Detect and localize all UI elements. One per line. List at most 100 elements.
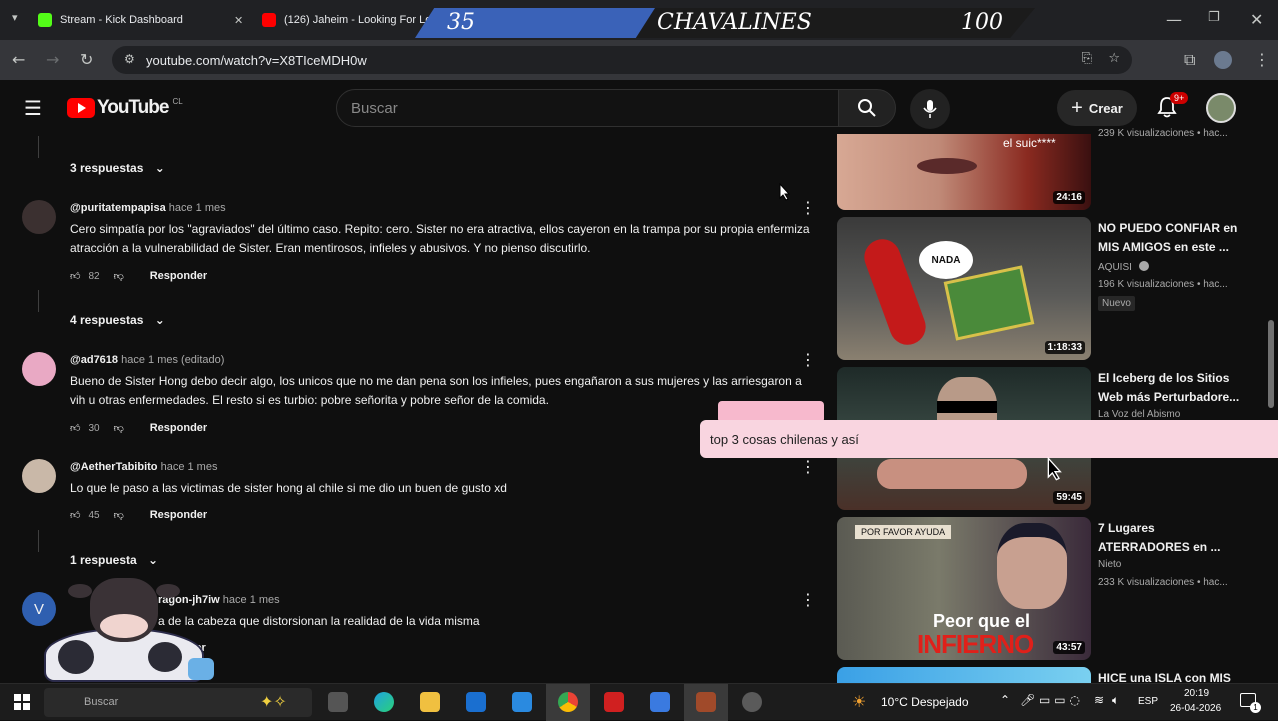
windows-start-icon[interactable] [14, 694, 30, 710]
notifications-button[interactable]: 9+ [1156, 92, 1189, 123]
video-title[interactable]: HICE una ISLA con MIS [1098, 669, 1248, 683]
scrollbar-thumb[interactable] [1268, 320, 1274, 408]
tray-app-icons[interactable]: 🎤︎ ▭ ▭ ◌ [1020, 693, 1080, 707]
thread-line [38, 530, 39, 552]
clock-time[interactable]: 20:19 [1184, 688, 1209, 699]
like-count: 45 [88, 509, 100, 521]
like-icon[interactable]: 👍︎ [70, 422, 80, 434]
youtube-logo[interactable]: YouTube CL [67, 97, 183, 119]
url-field[interactable]: ⚙ youtube.com/watch?v=X8TIceMDH0w ⎘ ☆ [112, 46, 1132, 74]
weather-text[interactable]: 10°C Despejado [881, 695, 969, 709]
reply-button[interactable]: Responder [150, 422, 207, 434]
video-thumbnail[interactable] [837, 667, 1091, 683]
video-channel[interactable]: Nieto [1098, 559, 1121, 570]
video-title[interactable]: El Iceberg de los Sitios Web más Perturb… [1098, 369, 1248, 407]
close-window-icon[interactable]: ✕ [1250, 10, 1263, 29]
chrome-taskbar-active[interactable] [546, 684, 590, 721]
reply-button[interactable]: Responder [150, 270, 207, 282]
forward-icon[interactable]: → [46, 50, 59, 69]
store-icon[interactable] [512, 692, 532, 712]
comment-author[interactable]: @AetherTabibito [70, 461, 158, 473]
comment-time: hace 1 mes [168, 202, 226, 214]
install-app-icon[interactable]: ⎘ [1082, 51, 1092, 66]
video-channel[interactable]: La Voz del Abismo [1098, 409, 1180, 420]
comment-author[interactable]: @puritatempapisa [70, 202, 166, 214]
app-red-icon[interactable] [604, 692, 624, 712]
avatar[interactable] [22, 200, 56, 234]
comment-author[interactable]: @ad7618 [70, 354, 118, 366]
comment-menu-icon[interactable]: ⋮ [800, 198, 816, 217]
voice-search-button[interactable] [910, 89, 950, 129]
dislike-icon[interactable]: 👎︎ [114, 509, 124, 521]
windows-taskbar: Buscar ✦✧ ☀ 10°C Despejado ⌃ 🎤︎ ▭ ▭ ◌ ≋ … [0, 683, 1278, 721]
comment-menu-icon[interactable]: ⋮ [800, 457, 816, 476]
reply-button[interactable]: Responder [150, 509, 207, 521]
profile-avatar[interactable] [1214, 51, 1232, 69]
video-title[interactable]: 7 Lugares ATERRADORES en ... [1098, 519, 1248, 557]
site-info-icon[interactable]: ⚙ [124, 52, 135, 66]
bookmark-star-icon[interactable]: ☆ [1108, 51, 1120, 66]
extensions-icon[interactable]: ⧉ [1184, 50, 1195, 70]
reload-icon[interactable]: ↻ [80, 50, 93, 69]
account-avatar[interactable] [1206, 93, 1236, 123]
outlook-icon[interactable] [466, 692, 486, 712]
language-indicator[interactable]: ESP [1138, 696, 1158, 707]
sidebar-video[interactable]: HICE una ISLA con MIS [837, 667, 1267, 683]
avatar[interactable] [22, 352, 56, 386]
chat-message-text: top 3 cosas chilenas y así [710, 431, 859, 447]
like-icon[interactable]: 👍︎ [70, 509, 80, 521]
replies-toggle[interactable]: 1 respuesta ⌄ [70, 553, 158, 567]
chevron-down-icon: ⌄ [154, 161, 165, 175]
taskbar-search-input[interactable]: Buscar ✦✧ [44, 688, 312, 717]
sidebar-video[interactable]: el suic**** 24:16 239 K visualizaciones … [837, 128, 1267, 210]
hamburger-menu-icon[interactable]: ☰ [24, 96, 42, 120]
comment-menu-icon[interactable]: ⋮ [800, 350, 816, 369]
roblox-icon[interactable] [650, 692, 670, 712]
obs-icon[interactable] [742, 692, 762, 712]
dislike-icon[interactable]: 👎︎ [114, 270, 124, 282]
plus-icon: + [1071, 96, 1083, 119]
avatar[interactable] [22, 459, 56, 493]
file-explorer-icon[interactable] [420, 692, 440, 712]
replies-label: 4 respuestas [70, 313, 144, 327]
clock-date[interactable]: 26-04-2026 [1170, 703, 1221, 714]
microphone-icon [923, 100, 937, 118]
video-thumbnail[interactable]: POR FAVOR AYUDA Peor que el INFIERNO 43:… [837, 517, 1091, 660]
wifi-icon[interactable]: ≋ [1094, 693, 1104, 707]
comment-meta: @puritatempapisa hace 1 mes [70, 202, 226, 214]
search-icon [858, 99, 876, 117]
tab-kick-dashboard[interactable]: Stream - Kick Dashboard ✕ [38, 6, 258, 34]
video-views: 196 K visualizaciones • hac... [1098, 279, 1228, 290]
video-channel[interactable]: AQUISI [1098, 261, 1149, 273]
tray-chevron-icon[interactable]: ⌃ [1000, 693, 1010, 707]
task-view-icon[interactable] [328, 692, 348, 712]
search-input[interactable]: Buscar [336, 89, 839, 127]
dislike-icon[interactable]: 👎︎ [114, 422, 124, 434]
edge-icon[interactable] [374, 692, 394, 712]
search-button[interactable] [838, 89, 896, 127]
search-placeholder: Buscar [351, 99, 398, 117]
video-thumbnail[interactable]: el suic**** 24:16 [837, 134, 1091, 210]
tab-search-icon[interactable]: ▾ [12, 11, 18, 24]
minimize-icon[interactable]: — [1166, 10, 1182, 29]
video-title[interactable]: NO PUEDO CONFIAR en MIS AMIGOS en este .… [1098, 219, 1248, 257]
back-icon[interactable]: ← [12, 50, 25, 69]
comment-time: hace 1 mes [222, 594, 280, 606]
chrome-menu-icon[interactable]: ⋮ [1254, 50, 1270, 69]
video-views: 239 K visualizaciones • hac... [1098, 128, 1228, 139]
replies-toggle[interactable]: 3 respuestas ⌄ [70, 161, 165, 175]
app-active-slot[interactable] [684, 684, 728, 721]
video-thumbnail[interactable]: NADA 1:18:33 [837, 217, 1091, 360]
maximize-icon[interactable]: ❐ [1208, 10, 1220, 25]
volume-icon[interactable]: 🔈︎ [1112, 693, 1119, 708]
sidebar-video[interactable]: NADA 1:18:33 NO PUEDO CONFIAR en MIS AMI… [837, 217, 1267, 360]
replies-toggle[interactable]: 4 respuestas ⌄ [70, 313, 165, 327]
close-tab-icon[interactable]: ✕ [234, 14, 243, 27]
comment-menu-icon[interactable]: ⋮ [800, 590, 816, 609]
like-count: 30 [88, 422, 100, 434]
comment-item: @ad7618 hace 1 mes (editado) ⋮ Bueno de … [22, 350, 816, 434]
sidebar-video[interactable]: POR FAVOR AYUDA Peor que el INFIERNO 43:… [837, 517, 1267, 660]
thumb-text: NADA [931, 254, 961, 266]
like-icon[interactable]: 👍︎ [70, 270, 80, 282]
create-button[interactable]: + Crear [1057, 90, 1137, 126]
